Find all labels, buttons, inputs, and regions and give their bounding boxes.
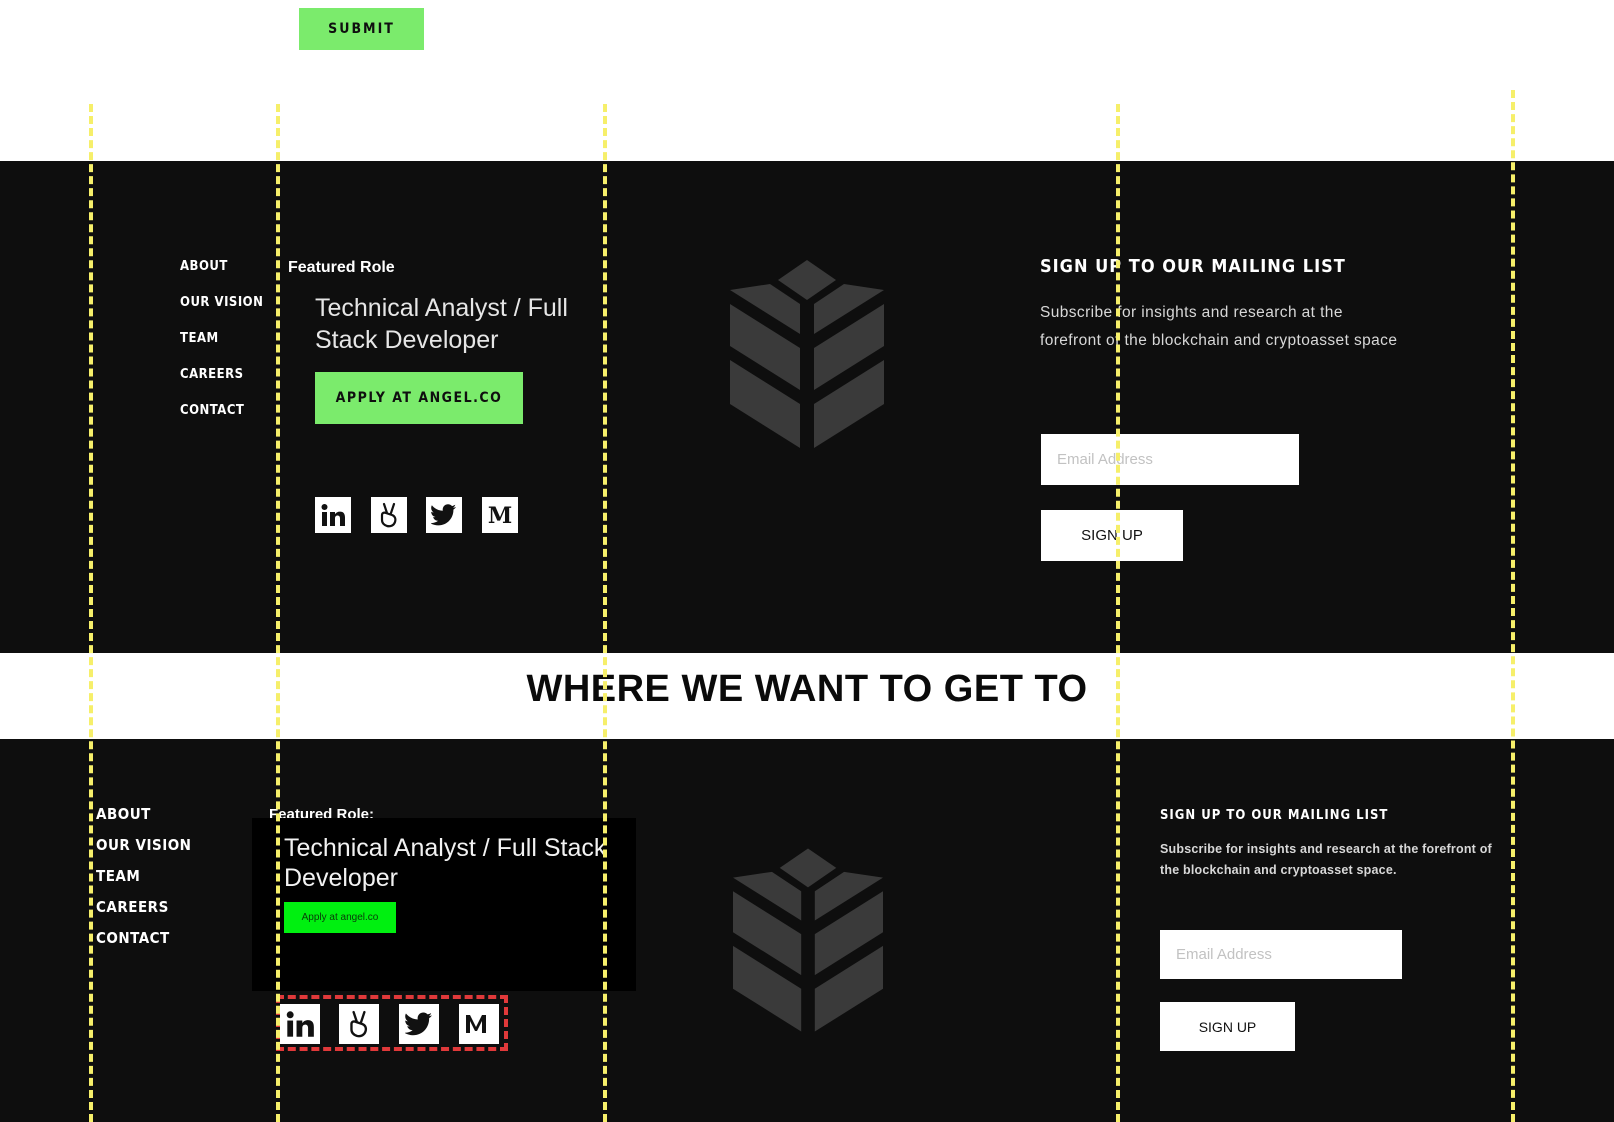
nav-link-about[interactable]: ABOUT bbox=[96, 805, 191, 836]
featured-role-title[interactable]: Technical Analyst / Full Stack Developer bbox=[315, 292, 585, 356]
nav-link-contact[interactable]: CONTACT bbox=[96, 929, 191, 960]
nav-link-team[interactable]: TEAM bbox=[180, 331, 263, 367]
mailing-list-description: Subscribe for insights and research at t… bbox=[1160, 842, 1492, 877]
mailing-list-heading: SIGN UP TO OUR MAILING LIST bbox=[1040, 256, 1346, 277]
nav-link-contact[interactable]: CONTACT bbox=[180, 403, 263, 439]
nav-link-team[interactable]: TEAM bbox=[96, 867, 191, 898]
sign-up-button[interactable]: SIGN UP bbox=[1160, 1002, 1295, 1051]
nav-link-careers[interactable]: CAREERS bbox=[96, 898, 191, 929]
section-heading: WHERE WE WANT TO GET TO bbox=[526, 668, 1088, 710]
linkedin-icon[interactable] bbox=[315, 497, 351, 533]
nav-link-about[interactable]: ABOUT bbox=[180, 259, 263, 295]
nav-link-our-vision[interactable]: OUR VISION bbox=[96, 836, 191, 867]
linkedin-icon[interactable] bbox=[280, 1004, 320, 1044]
twitter-icon[interactable] bbox=[426, 497, 462, 533]
company-logo bbox=[730, 260, 884, 453]
sign-up-button[interactable]: SIGN UP bbox=[1041, 510, 1183, 561]
target-footer-nav: ABOUT OUR VISION TEAM CAREERS CONTACT bbox=[96, 805, 191, 960]
submit-button[interactable]: SUBMIT bbox=[299, 8, 424, 50]
medium-icon[interactable] bbox=[459, 1004, 499, 1044]
twitter-icon[interactable] bbox=[399, 1004, 439, 1044]
apply-button[interactable]: Apply at angel.co bbox=[284, 902, 396, 933]
current-footer-nav: ABOUT OUR VISION TEAM CAREERS CONTACT bbox=[180, 259, 263, 439]
mailing-list-heading: SIGN UP TO OUR MAILING LIST bbox=[1160, 808, 1389, 823]
svg-text:M: M bbox=[488, 503, 512, 527]
medium-icon[interactable]: M bbox=[482, 497, 518, 533]
angellist-icon[interactable] bbox=[339, 1004, 379, 1044]
email-field[interactable] bbox=[1160, 930, 1402, 979]
mailing-list-description: Subscribe for insights and research at t… bbox=[1040, 304, 1398, 349]
angellist-icon[interactable] bbox=[371, 497, 407, 533]
apply-button[interactable]: APPLY AT ANGEL.CO bbox=[315, 372, 523, 424]
company-logo bbox=[733, 848, 883, 1037]
nav-link-careers[interactable]: CAREERS bbox=[180, 367, 263, 403]
nav-link-our-vision[interactable]: OUR VISION bbox=[180, 295, 263, 331]
featured-role-label: Featured Role bbox=[288, 259, 395, 276]
featured-role-title[interactable]: Technical Analyst / Full Stack Developer bbox=[284, 833, 624, 893]
email-field[interactable] bbox=[1041, 434, 1299, 485]
